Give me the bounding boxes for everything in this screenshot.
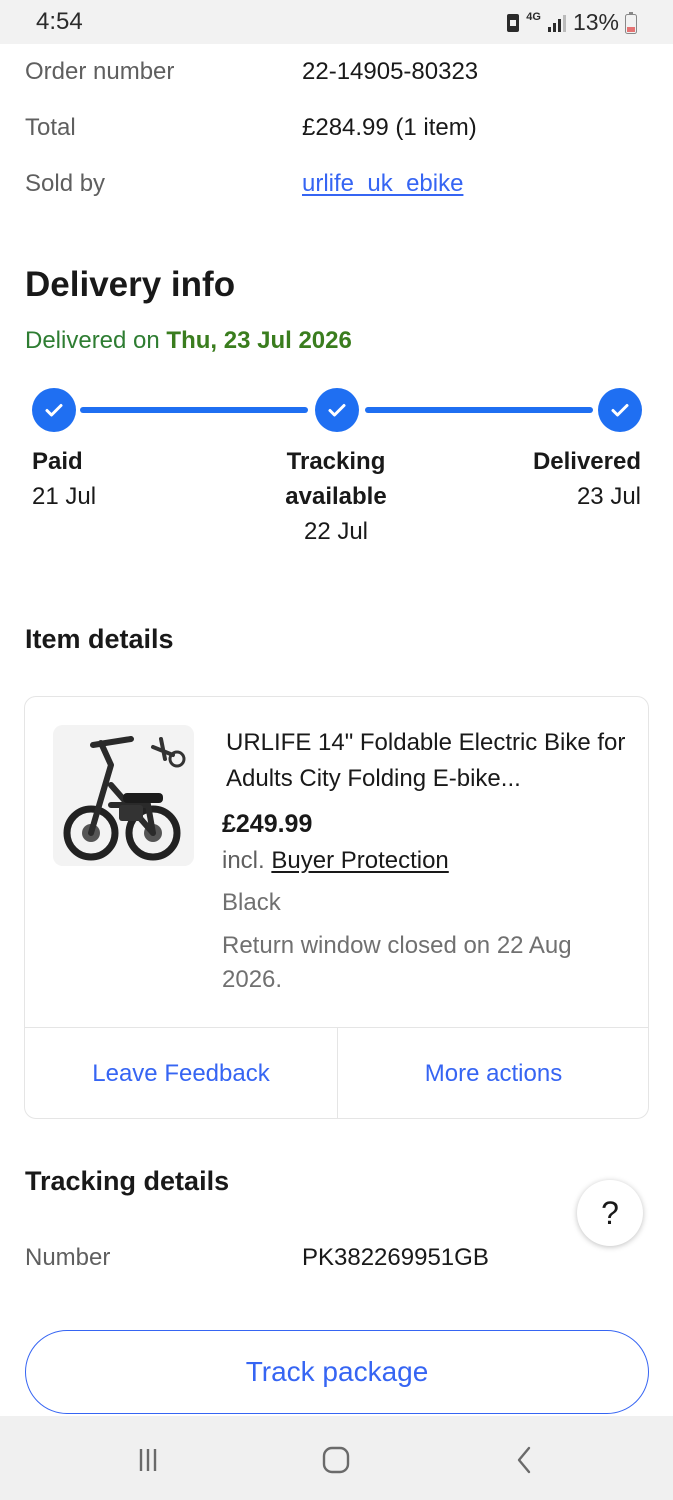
battery-percent: 13% [572, 9, 619, 35]
step-paid-check-icon [32, 388, 76, 432]
total-row: Total £284.99 (1 item) [25, 108, 645, 148]
delivered-prefix: Delivered on [25, 327, 160, 354]
buyer-protection-link[interactable]: Buyer Protection [271, 847, 448, 874]
protection-prefix: incl. [222, 847, 265, 874]
progress-bar-1 [80, 407, 308, 413]
delivered-status: Delivered on Thu, 23 Jul 2026 [25, 327, 352, 355]
item-details-heading: Item details [25, 624, 174, 654]
item-thumbnail[interactable] [53, 725, 194, 866]
tracking-number-row: Number PK382269951GB [25, 1238, 645, 1278]
item-title-link[interactable]: URLIFE 14" Foldable Electric Bike for Ad… [226, 725, 626, 797]
sold-by-row: Sold by urlife_uk_ebike [25, 164, 645, 204]
delivery-progress [0, 385, 673, 445]
order-number-value: 22-14905-80323 [302, 58, 479, 85]
help-button[interactable]: ? [577, 1180, 643, 1246]
leave-feedback-button[interactable]: Leave Feedback [25, 1028, 337, 1119]
item-price: £249.99 [222, 810, 313, 838]
total-label: Total [25, 114, 76, 141]
step-paid-date: 21 Jul [32, 483, 97, 510]
home-icon[interactable] [316, 1440, 356, 1480]
order-number-label: Order number [25, 58, 175, 85]
system-nav-bar [0, 1416, 673, 1500]
network-type-label: 4G [526, 10, 541, 23]
more-actions-button[interactable]: More actions [338, 1028, 649, 1119]
sim-icon [506, 13, 520, 33]
tracking-number-value: PK382269951GB [302, 1244, 489, 1271]
recent-apps-icon[interactable] [128, 1440, 168, 1480]
step-delivered-date: 23 Jul [576, 483, 641, 510]
status-time: 4:54 [36, 8, 83, 35]
step-delivered-title: Delivered [532, 448, 641, 475]
track-package-button[interactable]: Track package [25, 1330, 649, 1414]
step-tracking-check-icon [315, 388, 359, 432]
item-card: URLIFE 14" Foldable Electric Bike for Ad… [24, 696, 649, 1119]
step-paid-title: Paid [32, 448, 83, 475]
help-icon: ? [601, 1194, 619, 1231]
progress-bar-2 [365, 407, 593, 413]
step-tracking-title-line2: available [285, 483, 387, 510]
delivery-info-heading: Delivery info [25, 265, 236, 304]
ebike-image [53, 725, 194, 866]
back-icon[interactable] [505, 1440, 545, 1480]
signal-icon [547, 13, 567, 33]
return-window-note: Return window closed on 22 Aug 2026. [222, 932, 572, 993]
delivered-date: Thu, 23 Jul 2026 [166, 327, 352, 354]
status-bar: 4:54 4G 13% [0, 0, 673, 44]
total-value: £284.99 (1 item) [302, 114, 477, 141]
tracking-number-label: Number [25, 1244, 111, 1271]
step-delivered-check-icon [598, 388, 642, 432]
step-tracking-date: 22 Jul [303, 518, 369, 545]
tracking-details-heading: Tracking details [25, 1166, 230, 1196]
seller-link[interactable]: urlife_uk_ebike [302, 170, 463, 198]
order-number-row: Order number 22-14905-80323 [25, 52, 645, 92]
status-indicators: 4G 13% [506, 9, 637, 36]
battery-icon [625, 11, 637, 34]
item-variant: Black [222, 889, 281, 916]
step-tracking-title-line1: Tracking [286, 448, 386, 475]
sold-by-label: Sold by [25, 170, 106, 197]
buyer-protection: incl. Buyer Protection [222, 847, 449, 875]
